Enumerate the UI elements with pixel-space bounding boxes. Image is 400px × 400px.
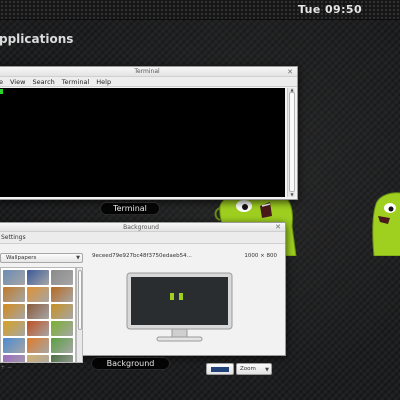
- terminal-window[interactable]: Terminal ✕ e View Search Terminal Help ▲…: [0, 66, 298, 200]
- top-bar: Tue 09:50: [0, 0, 400, 20]
- terminal-titlebar[interactable]: Terminal ✕: [0, 67, 297, 77]
- wallpaper-grid-scrollbar[interactable]: [76, 267, 83, 363]
- wallpaper-thumbnail[interactable]: [3, 355, 25, 362]
- wallpaper-thumbnail[interactable]: [27, 355, 49, 362]
- settings-button[interactable]: Settings: [1, 233, 26, 243]
- wallpaper-thumbnail[interactable]: [51, 321, 73, 336]
- menu-terminal[interactable]: Terminal: [62, 77, 89, 87]
- terminal-cursor: [0, 89, 3, 94]
- wallpaper-thumbnail[interactable]: [27, 304, 49, 319]
- menu-view[interactable]: View: [10, 77, 25, 87]
- zoom-label: Zoom: [240, 366, 256, 372]
- wallpaper-name: 9eceed79e927bc48f3750edaeb54...: [92, 253, 192, 259]
- background-window-caption[interactable]: Background: [91, 357, 170, 370]
- scroll-thumb[interactable]: [289, 92, 295, 192]
- preview-panel: 9eceed79e927bc48f3750edaeb54... 1000 × 8…: [85, 245, 285, 375]
- wallpaper-thumbnail[interactable]: [51, 270, 73, 285]
- chevron-down-icon: ▼: [265, 367, 269, 373]
- background-toolbar: Settings: [0, 232, 285, 244]
- color-swatch: [211, 367, 229, 372]
- menu-help[interactable]: Help: [96, 77, 111, 87]
- wallpaper-thumbnail[interactable]: [27, 338, 49, 353]
- wallpaper-category-label: Wallpapers: [6, 255, 37, 261]
- wallpaper-thumbnail[interactable]: [3, 287, 25, 302]
- menu-search[interactable]: Search: [32, 77, 54, 87]
- wallpaper-thumbnail[interactable]: [51, 304, 73, 319]
- scroll-thumb[interactable]: [78, 270, 82, 330]
- wallpaper-category-select[interactable]: Wallpapers ▼: [0, 253, 83, 263]
- chevron-down-icon: ▼: [76, 255, 80, 261]
- wallpaper-thumbnail[interactable]: [27, 270, 49, 285]
- background-titlebar[interactable]: Background ✕: [0, 223, 285, 232]
- terminal-scrollbar[interactable]: ▲ ▼: [287, 88, 295, 197]
- terminal-window-caption[interactable]: Terminal: [100, 202, 160, 215]
- wallpaper-thumbnail[interactable]: [3, 270, 25, 285]
- scroll-down-icon[interactable]: ▼: [288, 193, 296, 197]
- overview-title: pplications: [0, 32, 74, 46]
- wallpaper-thumbnail[interactable]: [51, 338, 73, 353]
- wallpaper-grid[interactable]: [0, 267, 76, 363]
- add-icon[interactable]: + −: [0, 364, 12, 371]
- wallpaper-thumbnail[interactable]: [3, 321, 25, 336]
- wallpaper-thumbnail[interactable]: [27, 287, 49, 302]
- wallpaper-mascot-2: [372, 192, 400, 256]
- clock[interactable]: Tue 09:50: [298, 3, 362, 16]
- background-title: Background: [123, 224, 159, 231]
- wallpaper-thumbnail[interactable]: [51, 287, 73, 302]
- background-window[interactable]: Background ✕ Settings Wallpapers ▼ + − 9…: [0, 222, 286, 375]
- wallpaper-resolution: 1000 × 800: [244, 253, 277, 259]
- wallpaper-thumbnail[interactable]: [3, 338, 25, 353]
- terminal-menubar: e View Search Terminal Help: [0, 77, 297, 87]
- wallpaper-thumbnail[interactable]: [3, 304, 25, 319]
- wallpaper-thumbnail[interactable]: [51, 355, 73, 362]
- menu-edit[interactable]: e: [0, 77, 3, 87]
- zoom-select[interactable]: Zoom ▼: [236, 363, 272, 375]
- monitor-preview-icon: [126, 272, 233, 342]
- wallpaper-thumbnail[interactable]: [27, 321, 49, 336]
- close-icon[interactable]: ✕: [274, 223, 282, 231]
- terminal-output[interactable]: [0, 88, 285, 197]
- background-content: Wallpapers ▼ + − 9eceed79e927bc48f3750ed…: [0, 245, 285, 375]
- close-icon[interactable]: ✕: [286, 68, 294, 76]
- terminal-title: Terminal: [134, 68, 160, 75]
- color-picker-button[interactable]: [206, 363, 234, 375]
